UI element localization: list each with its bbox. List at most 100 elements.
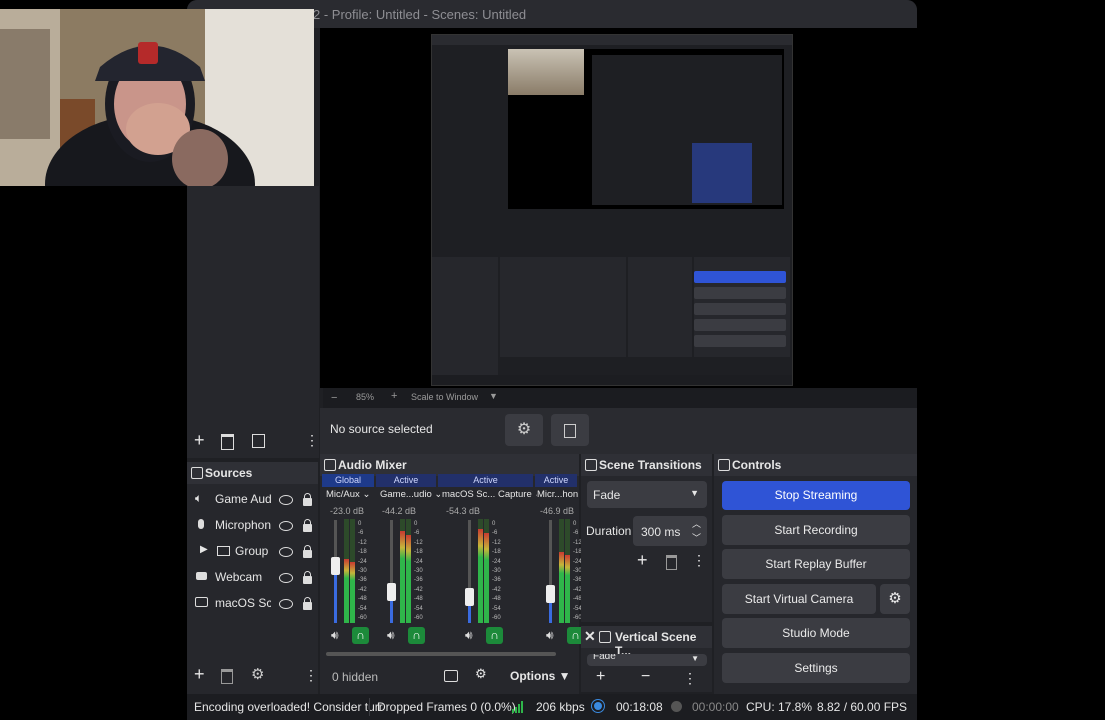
speaker-icon[interactable]: 🔊︎ [465,628,473,643]
close-icon[interactable]: ✕ [584,628,596,645]
dock-icon [599,631,611,643]
meter-fill [350,561,355,623]
eye-icon[interactable] [279,599,293,609]
meter-tick-label: -12 [358,539,367,546]
vertical-transition-value: Fade [593,654,616,662]
virtual-camera-settings-button[interactable]: ⚙ [880,584,910,614]
source-item[interactable]: Webcam [193,568,313,588]
meter-tick-label: -54 [492,605,501,612]
lock-icon[interactable] [303,519,312,532]
chevron-down-icon[interactable]: ▼ [489,391,498,401]
streaming-icon [594,702,602,710]
meter-fill [484,532,489,623]
gear-icon[interactable]: ⚙ [251,665,264,683]
eye-icon[interactable] [279,521,293,531]
transition-select[interactable]: Fade ▼ [587,481,707,508]
source-properties-button[interactable]: ⚙ [505,414,543,446]
duration-input[interactable]: 300 ms ︿ ﹀ [633,516,707,546]
meter-tick-label: -42 [414,586,423,593]
source-name: Group [235,544,269,558]
fader-knob[interactable] [331,557,340,576]
vertical-transition-select[interactable]: Fade ▼ [587,654,707,666]
source-item[interactable]: ▶ Group [193,542,313,562]
chevron-down-icon: ▼ [690,488,699,498]
volume-fader[interactable] [546,520,555,623]
volume-fader[interactable] [465,520,474,623]
chevron-right-icon[interactable]: ▶ [200,544,208,555]
webcam-image [0,9,314,186]
add-icon[interactable]: + [596,668,605,686]
scene-transitions-title-bar: Scene Transitions [581,454,712,476]
trash-icon[interactable] [666,555,677,570]
sources-panel: Sources 🔈︎ Game Audi Microphon ▶ Group W… [187,462,318,694]
channel-db: -23.0 dB [330,506,365,516]
channel-name[interactable]: Micr...hon [537,489,579,503]
settings-button[interactable]: Settings [722,653,910,683]
meter-tick-label: -24 [492,558,501,565]
channel-name[interactable]: Game...udio ⌄ [380,489,440,503]
lock-icon[interactable] [303,571,312,584]
source-item[interactable]: Microphon [193,516,313,536]
stepper-down-icon[interactable]: ﹀ [692,531,701,544]
stepper-up-icon[interactable]: ︿ [692,517,701,530]
scale-mode[interactable]: Scale to Window [411,392,478,402]
volume-fader[interactable] [331,520,340,623]
meter-ticks: 0 -6 -12 -18 -24 -30 -36 -42 -48 -54 -60 [492,520,501,623]
more-options-icon[interactable]: ⋮ [304,667,318,684]
fader-knob[interactable] [387,583,396,602]
zoom-in-button[interactable]: + [391,390,397,402]
scene-filter-icon[interactable] [252,434,265,448]
level-meter [565,519,570,623]
more-options-icon[interactable]: ⋮ [683,670,697,687]
hidden-count[interactable]: 0 hidden [332,670,378,684]
scene-transitions-title: Scene Transitions [599,458,702,472]
layout-icon[interactable] [444,670,458,682]
settings-cog-icon[interactable]: ⚙ [475,666,487,682]
add-transition-icon[interactable]: + [637,550,648,571]
add-source-icon[interactable]: + [194,664,205,685]
eye-icon[interactable] [279,495,293,505]
studio-mode-button[interactable]: Studio Mode [722,618,910,648]
add-scene-icon[interactable]: + [194,430,205,451]
remove-icon[interactable]: − [641,668,650,686]
dock-icon [585,459,597,471]
trash-icon[interactable] [221,669,233,684]
meter-tick-label: -48 [492,596,501,603]
speaker-icon[interactable]: 🔊︎ [546,628,554,643]
zoom-out-button[interactable]: − [331,392,337,404]
mixer-scrollbar[interactable] [326,652,556,656]
volume-fader[interactable] [387,520,396,623]
speaker-icon[interactable]: 🔊︎ [387,628,395,643]
more-options-icon[interactable]: ⋮ [692,552,706,569]
eye-icon[interactable] [279,573,293,583]
trash-icon[interactable] [221,434,234,450]
headphones-icon[interactable]: ∩ [408,627,425,644]
fader-knob[interactable] [465,588,474,607]
stop-streaming-button[interactable]: Stop Streaming [722,481,910,510]
lock-icon[interactable] [303,597,312,610]
source-filters-button[interactable] [551,414,589,446]
preview-canvas[interactable] [320,28,917,388]
start-virtual-camera-button[interactable]: Start Virtual Camera [722,584,876,614]
source-item[interactable]: macOS Scr [193,594,313,614]
options-button[interactable]: Options ▼ [510,669,571,683]
headphones-icon[interactable]: ∩ [486,627,503,644]
headphones-icon[interactable]: ∩ [352,627,369,644]
more-options-icon[interactable]: ⋮ [305,432,319,449]
speaker-icon: 🔈︎ [195,491,203,505]
start-replay-buffer-button[interactable]: Start Replay Buffer [722,549,910,579]
eye-icon[interactable] [279,547,293,557]
source-item[interactable]: 🔈︎ Game Audi [193,490,313,510]
channel-name[interactable]: Mic/Aux ⌄ [326,489,376,503]
channel-name[interactable]: macOS Sc... Capture ⌄ [442,489,537,503]
lock-icon[interactable] [303,493,312,506]
fader-knob[interactable] [546,585,555,604]
meter-tick-label: -24 [358,558,367,565]
microphone-icon [198,519,204,529]
speaker-icon[interactable]: 🔊︎ [331,628,339,643]
start-recording-button[interactable]: Start Recording [722,515,910,545]
fps: 8.82 / 60.00 FPS [817,700,908,714]
meter-tick-label: -12 [414,539,423,546]
lock-icon[interactable] [303,545,312,558]
meter-tick-label: -48 [358,596,367,603]
